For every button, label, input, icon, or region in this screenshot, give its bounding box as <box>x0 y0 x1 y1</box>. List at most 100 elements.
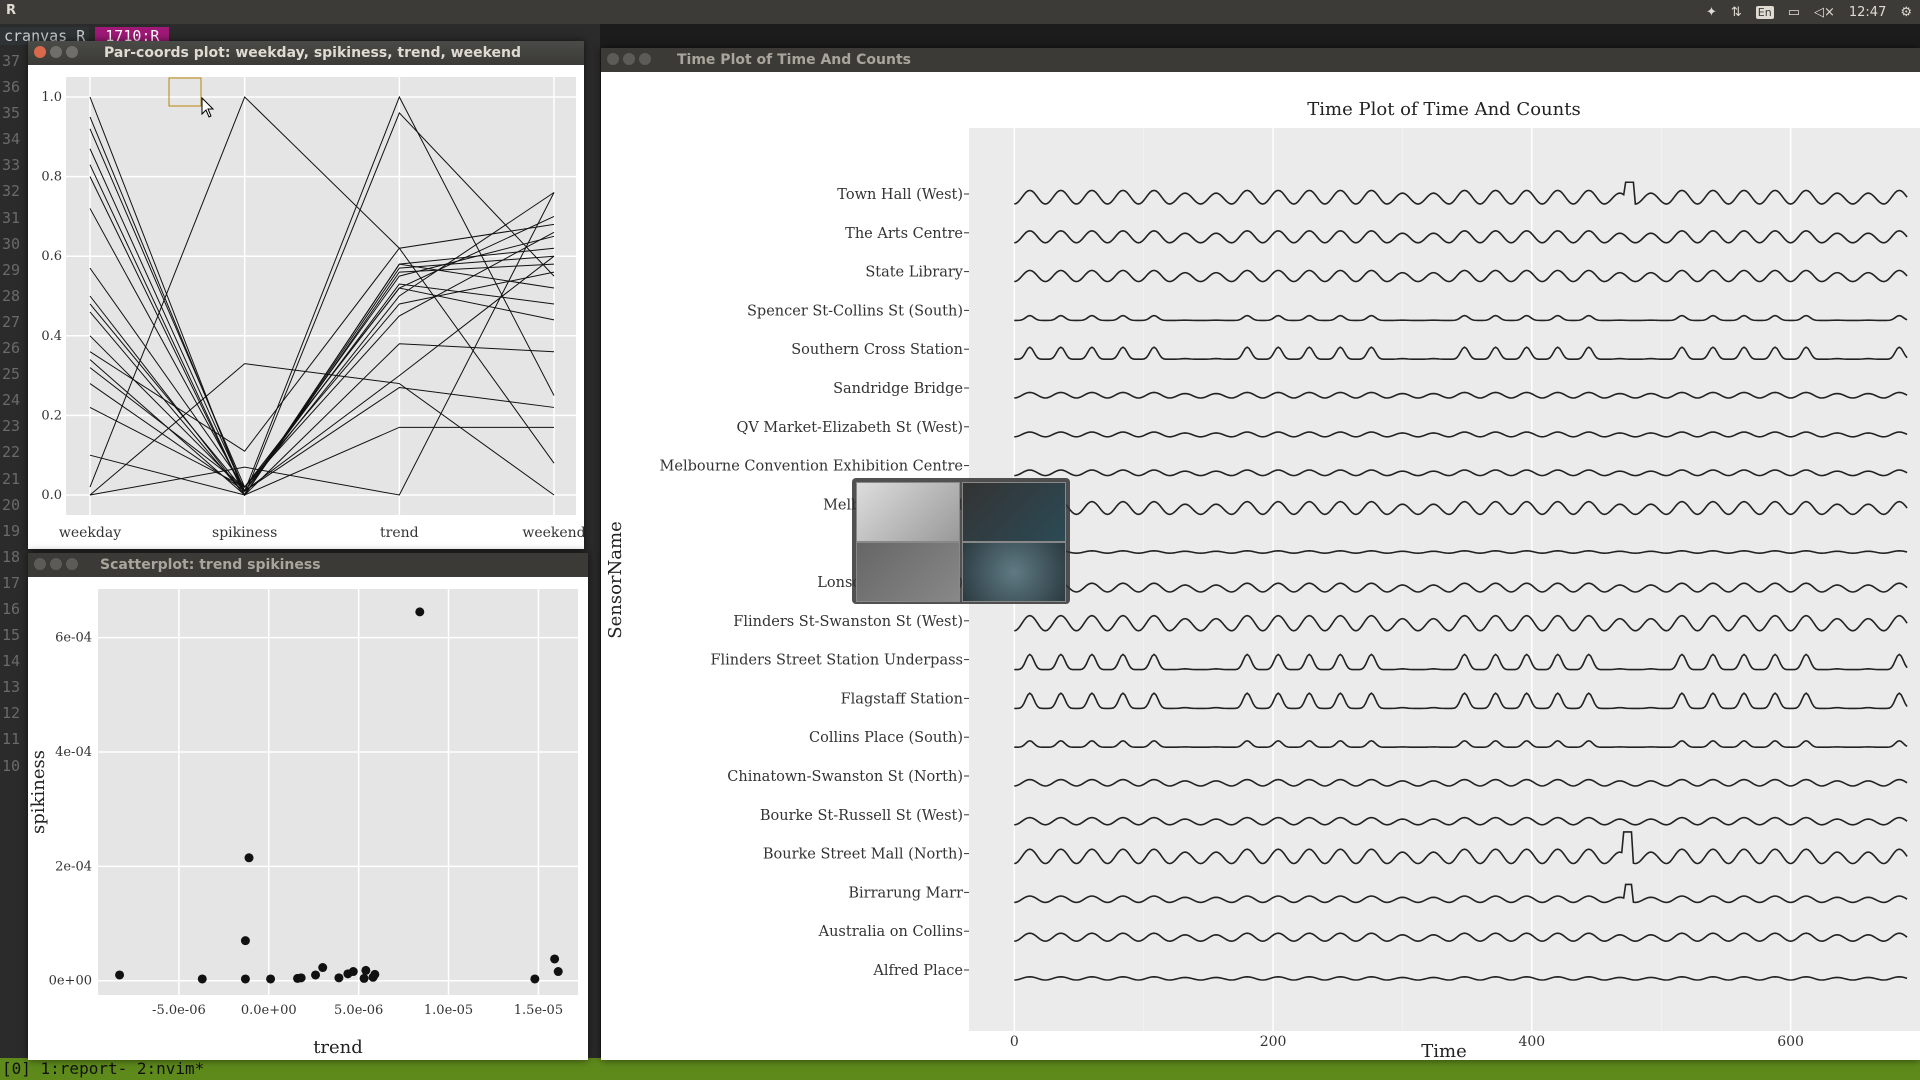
y-tick-label: 0.2 <box>41 408 62 423</box>
scatter-point[interactable] <box>359 973 369 983</box>
line-number: 30 <box>2 234 21 253</box>
line-number: 21 <box>2 469 21 488</box>
thumbnail-window-1[interactable] <box>856 482 960 542</box>
line-number: 13 <box>2 678 21 697</box>
parcoords-window[interactable]: Par-coords plot: weekday, spikiness, tre… <box>28 41 584 549</box>
x-tick-label: 0 <box>1010 1034 1019 1050</box>
timeplot-titlebar[interactable]: Time Plot of Time And Counts <box>601 48 1920 72</box>
minimize-icon[interactable] <box>50 558 62 570</box>
scatter-svg[interactable]: -5.0e-06 0.0e+00 5.0e-06 1.0e-05 1.5e-05 0e+0… <box>28 577 588 1060</box>
line-number: 18 <box>2 547 21 566</box>
scatter-point[interactable] <box>296 973 306 983</box>
minimize-icon[interactable] <box>50 46 62 58</box>
tmux-status-bar: [0] 1:report- 2:nvim* <box>0 1058 1920 1080</box>
scatter-point[interactable] <box>530 974 540 984</box>
parcoords-window-title: Par-coords plot: weekday, spikiness, tre… <box>104 45 522 61</box>
line-number: 20 <box>2 495 21 514</box>
maximize-icon[interactable] <box>639 53 651 65</box>
maximize-icon[interactable] <box>66 46 78 58</box>
scatter-point[interactable] <box>318 963 328 973</box>
thumbnail-window-3[interactable] <box>856 542 960 602</box>
line-number-gutter: 37 36 35 34 33 32 31 30 29 28 27 26 25 24 23 22 21 20 19 18… <box>2 48 28 779</box>
tmux-window-list[interactable]: [0] 1:report- 2:nvim* <box>2 1059 204 1078</box>
sensor-label: Collins Place (South) <box>809 730 963 746</box>
close-icon[interactable] <box>607 53 619 65</box>
scatter-window[interactable]: Scatterplot: trend spikiness -5.0e-06 0.0… <box>28 553 588 1060</box>
scatter-point[interactable] <box>348 967 358 977</box>
y-tick-label: 6e-04 <box>55 631 92 646</box>
line-number: 25 <box>2 365 21 384</box>
timeplot-window[interactable]: Time Plot of Time And Counts Time Plot o… <box>601 48 1920 1060</box>
line-number: 34 <box>2 130 21 149</box>
battery-icon[interactable]: ▭ <box>1788 5 1800 20</box>
parcoords-svg[interactable]: 0.0 0.2 0.4 0.6 0.8 1.0 weekday spikiness trend w… <box>28 65 584 549</box>
thumbnail-window-2[interactable] <box>962 482 1066 542</box>
y-axis-label: spikiness <box>28 750 49 834</box>
y-tick-label: 0.6 <box>41 249 62 264</box>
sensor-label: Town Hall (West) <box>837 187 963 203</box>
line-number: 33 <box>2 156 21 175</box>
x-tick-label: spikiness <box>212 525 277 541</box>
line-number: 27 <box>2 312 21 331</box>
x-tick-label: -5.0e-06 <box>152 1003 206 1018</box>
sensor-label: Sandridge Bridge <box>833 381 963 397</box>
x-tick-label: 0.0e+00 <box>241 1003 297 1018</box>
scatter-point[interactable] <box>197 974 207 984</box>
scatter-point[interactable] <box>334 973 344 983</box>
line-number: 36 <box>2 78 21 97</box>
sensor-label: Alfred Place <box>872 963 963 979</box>
window-switcher[interactable] <box>852 478 1070 604</box>
y-tick-label: 0.8 <box>41 170 62 185</box>
scatter-point[interactable] <box>553 967 563 977</box>
x-tick-label: 200 <box>1260 1034 1287 1050</box>
timeplot-canvas[interactable]: Time Plot of Time And Counts Town Hall (… <box>601 72 1920 1060</box>
clock[interactable]: 12:47 <box>1849 5 1886 20</box>
line-number: 35 <box>2 104 21 123</box>
scatter-point[interactable] <box>244 853 254 863</box>
y-tick-label: 1.0 <box>41 90 62 105</box>
scatter-titlebar[interactable]: Scatterplot: trend spikiness <box>28 553 588 577</box>
scatter-canvas[interactable]: -5.0e-06 0.0e+00 5.0e-06 1.0e-05 1.5e-05 0e+0… <box>28 577 588 1060</box>
scatter-point[interactable] <box>311 970 321 980</box>
scatter-point[interactable] <box>550 954 560 964</box>
y-tick-label: 0.0 <box>41 488 62 503</box>
scatter-point[interactable] <box>415 607 425 617</box>
line-number: 32 <box>2 182 21 201</box>
scatter-point[interactable] <box>240 936 250 946</box>
system-tray: ✦ ⇅ En ▭ ◁× 12:47 ⚙ <box>1706 0 1912 24</box>
sensor-label: Flinders St-Swanston St (West) <box>733 614 963 630</box>
sensor-label: Flinders Street Station Underpass <box>710 653 963 669</box>
keyboard-layout-icon[interactable]: En <box>1755 5 1774 19</box>
scatter-window-title: Scatterplot: trend spikiness <box>100 557 321 573</box>
dropbox-icon[interactable]: ✦ <box>1706 5 1717 20</box>
y-tick-label: 0.4 <box>41 329 62 344</box>
scatter-point[interactable] <box>370 969 380 979</box>
scatter-point[interactable] <box>240 974 250 984</box>
chart-title: Time Plot of Time And Counts <box>1307 99 1580 120</box>
line-number: 10 <box>2 756 21 775</box>
sensor-label: Birrarung Marr <box>848 885 963 901</box>
sensor-label: Bourke St-Russell St (West) <box>760 808 963 824</box>
line-number: 14 <box>2 652 21 671</box>
scatter-point[interactable] <box>361 965 371 975</box>
mouse-pointer-icon <box>201 97 215 118</box>
x-tick-label: weekend <box>522 525 584 541</box>
y-tick-label: 2e-04 <box>55 859 92 874</box>
volume-muted-icon[interactable]: ◁× <box>1814 5 1835 20</box>
close-icon[interactable] <box>34 46 46 58</box>
settings-gear-icon[interactable]: ⚙ <box>1900 5 1912 20</box>
scatter-point[interactable] <box>266 974 276 984</box>
maximize-icon[interactable] <box>66 558 78 570</box>
close-icon[interactable] <box>34 558 46 570</box>
line-number: 16 <box>2 599 21 618</box>
scatter-point[interactable] <box>115 970 125 980</box>
parcoords-titlebar[interactable]: Par-coords plot: weekday, spikiness, tre… <box>28 41 584 65</box>
timeplot-window-title: Time Plot of Time And Counts <box>677 52 911 68</box>
line-number: 29 <box>2 260 21 279</box>
minimize-icon[interactable] <box>623 53 635 65</box>
parcoords-canvas[interactable]: 0.0 0.2 0.4 0.6 0.8 1.0 weekday spikiness trend w… <box>28 65 584 549</box>
thumbnail-window-4[interactable] <box>962 542 1066 602</box>
network-arrows-icon[interactable]: ⇅ <box>1731 5 1742 20</box>
timeplot-svg[interactable]: Time Plot of Time And Counts Town Hall (… <box>601 72 1920 1060</box>
sensor-label: Southern Cross Station <box>791 342 963 358</box>
